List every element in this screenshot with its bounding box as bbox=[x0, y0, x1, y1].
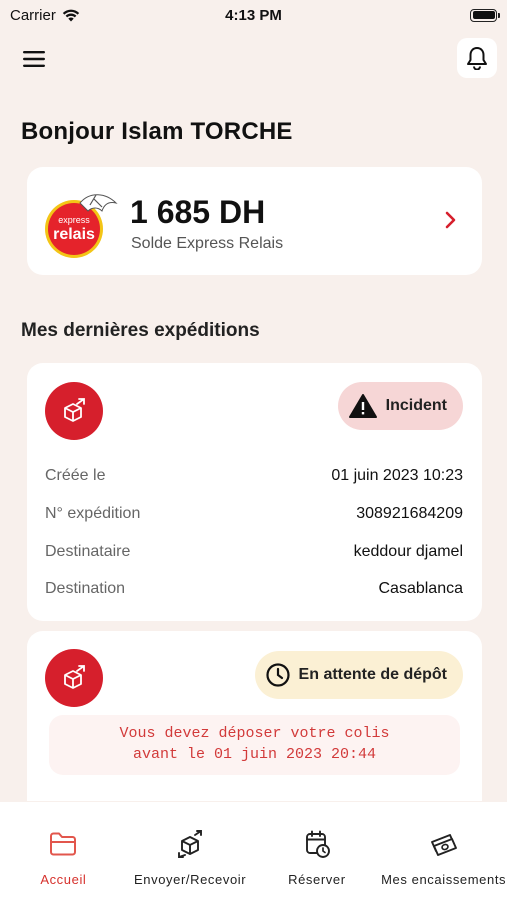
notifications-button[interactable] bbox=[457, 38, 497, 78]
tab-label: Mes encaissements bbox=[381, 872, 507, 887]
field-label: Destinataire bbox=[45, 543, 131, 560]
status-time: 4:13 PM bbox=[225, 6, 282, 24]
status-badge-label: Incident bbox=[385, 397, 447, 414]
tab-icon-wrap bbox=[48, 828, 78, 860]
package-send-icon bbox=[64, 665, 85, 689]
status-left: Carrier bbox=[10, 7, 80, 24]
tab-mes-encaissements[interactable]: Mes encaissements bbox=[380, 802, 507, 900]
hamburger-menu-button[interactable] bbox=[22, 48, 48, 70]
logo-text-express: express bbox=[58, 215, 90, 225]
warning-triangle-icon bbox=[348, 394, 377, 418]
wifi-icon bbox=[62, 9, 80, 22]
status-bar: Carrier 4:13 PM bbox=[0, 0, 507, 30]
shipment-row-destination: Destination Casablanca bbox=[45, 580, 463, 598]
shipment-row-recipient: Destinataire keddour djamel bbox=[45, 543, 463, 561]
battery-fill bbox=[472, 11, 495, 19]
bottom-tab-bar: Accueil Envoyer/Recevoir Réserver Mes en… bbox=[0, 802, 507, 900]
shipment-card[interactable]: Incident Créée le 01 juin 2023 10:23 N° … bbox=[27, 363, 482, 621]
shipment-row-created: Créée le 01 juin 2023 10:23 bbox=[45, 467, 463, 485]
shipments-section-title: Mes dernières expéditions bbox=[21, 320, 260, 341]
balance-label: Solde Express Relais bbox=[131, 235, 284, 252]
tab-label: Envoyer/Recevoir bbox=[134, 872, 247, 887]
deposit-warning-line1: Vous devez déposer votre colis bbox=[119, 725, 390, 742]
app-screen: Carrier 4:13 PM Bonjour Islam TORCHE exp… bbox=[0, 0, 507, 900]
clock-icon bbox=[265, 663, 290, 687]
folder-icon bbox=[50, 832, 77, 856]
status-badge-incident: Incident bbox=[337, 382, 463, 430]
tab-label: Réserver bbox=[288, 872, 346, 887]
bell-icon bbox=[467, 47, 487, 70]
balance-card[interactable]: express relais 1 685 DH Solde Express Re… bbox=[27, 167, 482, 275]
greeting-title: Bonjour Islam TORCHE bbox=[21, 118, 293, 145]
tab-accueil[interactable]: Accueil bbox=[0, 802, 127, 900]
status-badge-pending: En attente de dépôt bbox=[254, 651, 463, 699]
tab-icon-wrap bbox=[175, 828, 205, 860]
field-value: 308921684209 bbox=[356, 505, 463, 522]
tab-envoyer-recevoir[interactable]: Envoyer/Recevoir bbox=[127, 802, 254, 900]
package-send-icon bbox=[64, 398, 85, 422]
shipment-row-number: N° expédition 308921684209 bbox=[45, 505, 463, 523]
tab-reserver[interactable]: Réserver bbox=[254, 802, 381, 900]
battery-icon bbox=[470, 8, 500, 22]
field-label: Destination bbox=[45, 580, 126, 597]
chevron-right-icon[interactable] bbox=[444, 209, 458, 231]
field-value: 01 juin 2023 10:23 bbox=[331, 467, 463, 484]
calendar-clock-icon bbox=[305, 830, 330, 858]
express-relais-logo: express relais bbox=[45, 194, 118, 258]
deposit-warning-line2: avant le 01 juin 2023 20:44 bbox=[132, 746, 377, 763]
field-label: Créée le bbox=[45, 467, 106, 484]
field-value: Casablanca bbox=[378, 580, 464, 597]
status-badge-label: En attente de dépôt bbox=[298, 666, 447, 683]
hamburger-menu-icon bbox=[23, 51, 45, 67]
tab-icon-wrap bbox=[302, 828, 332, 860]
package-icon-circle bbox=[45, 649, 103, 707]
package-send-icon bbox=[178, 830, 203, 858]
tab-icon-wrap bbox=[429, 828, 459, 860]
deposit-warning: Vous devez déposer votre colis avant le … bbox=[49, 715, 460, 775]
tab-label: Accueil bbox=[40, 872, 87, 887]
logo-text-relais: relais bbox=[53, 226, 95, 243]
field-label: N° expédition bbox=[45, 505, 141, 522]
carrier-label: Carrier bbox=[10, 6, 56, 24]
package-icon-circle bbox=[45, 382, 103, 440]
shipment-card[interactable]: En attente de dépôt Vous devez déposer v… bbox=[27, 631, 482, 801]
field-value: keddour djamel bbox=[353, 543, 463, 560]
cash-icon bbox=[430, 834, 457, 856]
balance-amount: 1 685 DH bbox=[130, 194, 266, 230]
